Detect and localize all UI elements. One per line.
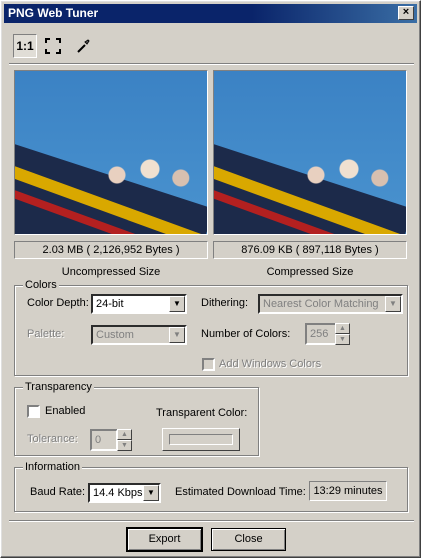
palette-select[interactable]: Custom ▼ <box>91 325 187 345</box>
number-of-colors-label: Number of Colors: <box>201 328 291 340</box>
eyedropper-icon <box>77 39 90 53</box>
transparent-color-swatch-button[interactable] <box>162 428 240 451</box>
toolbar: 1:1 <box>13 34 413 58</box>
fit-to-window-button[interactable] <box>41 34 65 58</box>
number-of-colors-up-button[interactable]: ▲ <box>335 323 350 334</box>
chevron-down-icon[interactable]: ▼ <box>385 296 401 312</box>
color-depth-label: Color Depth: <box>27 297 89 309</box>
add-windows-colors-label: Add Windows Colors <box>219 358 322 370</box>
close-icon: × <box>402 6 410 18</box>
compressed-preview-image <box>213 70 407 235</box>
png-web-tuner-window: PNG Web Tuner × 1:1 2.03 MB ( 2,126,952 … <box>0 0 421 558</box>
transparency-enabled-label: Enabled <box>45 405 86 417</box>
palette-label: Palette: <box>27 328 65 340</box>
window-title: PNG Web Tuner <box>8 6 99 20</box>
uncompressed-preview-image <box>14 70 208 235</box>
footer-separator <box>9 520 414 522</box>
transparency-enabled-checkbox[interactable] <box>27 405 40 418</box>
tolerance-label: Tolerance: <box>27 433 78 445</box>
dithering-label: Dithering: <box>201 297 249 309</box>
tolerance-up-button[interactable]: ▲ <box>117 429 132 440</box>
close-window-button[interactable]: × <box>398 6 414 20</box>
information-legend: Information <box>23 461 83 473</box>
transparency-legend: Transparency <box>23 381 94 393</box>
download-time-readout: 13:29 minutes <box>309 481 387 501</box>
information-group: Information Baud Rate: 14.4 Kbps ▼ Estim… <box>14 461 408 512</box>
title-bar: PNG Web Tuner × <box>4 4 417 23</box>
chevron-down-icon[interactable]: ▼ <box>169 327 185 343</box>
number-of-colors-field[interactable]: 256 <box>305 323 337 345</box>
compressed-size-caption: Compressed Size <box>266 266 354 278</box>
actual-size-button[interactable]: 1:1 <box>13 34 37 58</box>
export-button[interactable]: Export <box>126 527 203 552</box>
toolbar-separator <box>9 63 414 65</box>
baud-rate-label: Baud Rate: <box>30 486 86 498</box>
chevron-down-icon[interactable]: ▼ <box>169 296 185 312</box>
uncompressed-size-readout: 2.03 MB ( 2,126,952 Bytes ) <box>14 241 208 259</box>
eyedropper-button[interactable] <box>71 34 95 58</box>
download-time-label: Estimated Download Time: <box>175 486 306 498</box>
add-windows-colors-checkbox[interactable] <box>202 358 215 371</box>
uncompressed-size-caption: Uncompressed Size <box>61 266 161 278</box>
transparency-group: Transparency Enabled Transparent Color: … <box>14 381 259 456</box>
colors-legend: Colors <box>23 279 59 291</box>
chevron-down-icon[interactable]: ▼ <box>143 485 159 501</box>
baud-rate-select[interactable]: 14.4 Kbps ▼ <box>88 483 161 503</box>
transparent-color-label: Transparent Color: <box>156 407 248 419</box>
tolerance-down-button[interactable]: ▼ <box>117 440 132 451</box>
color-depth-select[interactable]: 24-bit ▼ <box>91 294 187 314</box>
close-button[interactable]: Close <box>211 528 286 551</box>
compressed-size-readout: 876.09 KB ( 897,118 Bytes ) <box>213 241 407 259</box>
dithering-select[interactable]: Nearest Color Matching ▼ <box>258 294 403 314</box>
fit-to-window-icon <box>45 38 61 54</box>
number-of-colors-down-button[interactable]: ▼ <box>335 334 350 345</box>
colors-group: Colors Color Depth: 24-bit ▼ Dithering: … <box>14 279 408 376</box>
tolerance-field[interactable]: 0 <box>90 429 118 451</box>
